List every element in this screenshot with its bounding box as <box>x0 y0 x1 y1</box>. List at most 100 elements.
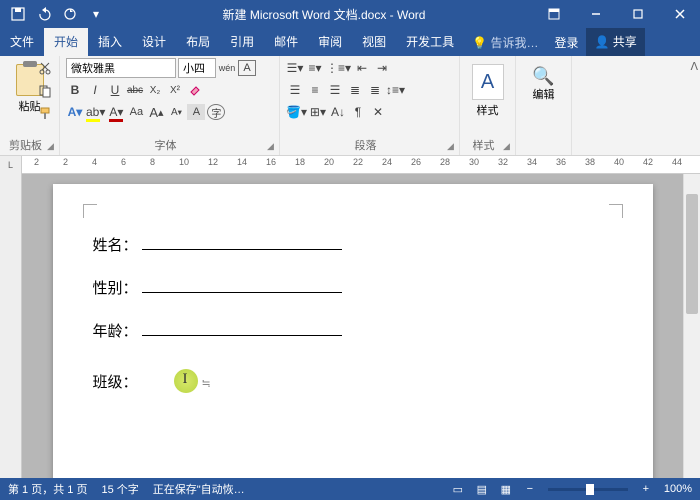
enclose-char-icon[interactable]: 字 <box>207 104 225 120</box>
subscript-button[interactable]: X₂ <box>146 80 164 100</box>
align-left-icon[interactable]: ☰ <box>286 80 304 100</box>
minimize-icon[interactable] <box>576 0 616 28</box>
form-row[interactable]: 性别： <box>93 277 613 298</box>
form-label: 性别： <box>93 277 138 298</box>
text-effects-icon[interactable]: A▾ <box>66 102 84 122</box>
shrink-font-icon[interactable]: A▾ <box>167 102 185 122</box>
para-launcher-icon[interactable]: ◢ <box>447 141 457 151</box>
char-shading-icon[interactable]: A <box>187 104 205 120</box>
font-name-combo[interactable]: 微软雅黑 <box>66 58 176 78</box>
decrease-indent-icon[interactable]: ⇤ <box>353 58 371 78</box>
tab-developer[interactable]: 开发工具 <box>396 28 464 56</box>
zoom-slider-thumb[interactable] <box>586 484 594 495</box>
tab-design[interactable]: 设计 <box>132 28 176 56</box>
increase-indent-icon[interactable]: ⇥ <box>373 58 391 78</box>
numbering-icon[interactable]: ≡▾ <box>306 58 324 78</box>
copy-icon[interactable] <box>38 84 54 100</box>
align-right-icon[interactable]: ☰ <box>326 80 344 100</box>
tab-references[interactable]: 引用 <box>220 28 264 56</box>
snap-grid-icon[interactable]: ✕ <box>369 102 387 122</box>
form-label: 班级： <box>93 371 138 392</box>
share-button[interactable]: 👤 共享 <box>586 28 644 56</box>
close-icon[interactable] <box>660 0 700 28</box>
change-case-button[interactable]: Aa <box>127 102 145 122</box>
tab-review[interactable]: 审阅 <box>308 28 352 56</box>
font-launcher-icon[interactable]: ◢ <box>267 141 277 151</box>
styles-launcher-icon[interactable]: ◢ <box>503 141 513 151</box>
superscript-button[interactable]: X² <box>166 80 184 100</box>
find-icon[interactable]: 🔍 <box>532 66 554 86</box>
scroll-thumb[interactable] <box>686 194 698 314</box>
ribbon-options-icon[interactable] <box>534 0 574 28</box>
bullets-icon[interactable]: ☰▾ <box>286 58 304 78</box>
shading-icon[interactable]: 🪣▾ <box>286 102 307 122</box>
align-center-icon[interactable]: ≡ <box>306 80 324 100</box>
zoom-level[interactable]: 100% <box>664 483 692 495</box>
login-button[interactable]: 登录 <box>546 34 586 51</box>
zoom-out-icon[interactable]: − <box>519 480 541 498</box>
grow-font-icon[interactable]: A▴ <box>147 102 165 122</box>
maximize-icon[interactable] <box>618 0 658 28</box>
styles-button[interactable]: 样式 <box>477 102 499 118</box>
collapse-ribbon-icon[interactable]: ᐱ <box>690 60 698 73</box>
clipboard-launcher-icon[interactable]: ◢ <box>47 141 57 151</box>
borders-icon[interactable]: ⊞▾ <box>309 102 327 122</box>
italic-button[interactable]: I <box>86 80 104 100</box>
line-spacing-icon[interactable]: ↕≡▾ <box>386 80 405 100</box>
styles-icon[interactable]: A <box>472 64 504 100</box>
para-label: 段落 <box>280 137 451 153</box>
tab-insert[interactable]: 插入 <box>88 28 132 56</box>
tab-view[interactable]: 视图 <box>352 28 396 56</box>
strike-button[interactable]: abc <box>126 80 144 100</box>
status-saving: 正在保存"自动恢… <box>153 481 245 497</box>
sort-icon[interactable]: A↓ <box>329 102 347 122</box>
clipboard-label: 剪贴板 <box>0 137 51 153</box>
zoom-in-icon[interactable]: + <box>635 480 657 498</box>
multilevel-icon[interactable]: ⋮≡▾ <box>326 58 351 78</box>
distribute-icon[interactable]: ≣ <box>366 80 384 100</box>
page[interactable]: 姓名： 性别： 年龄： 班级：≒ <box>53 184 653 482</box>
form-row[interactable]: 姓名： <box>93 234 613 255</box>
read-mode-icon[interactable]: ▭ <box>447 480 469 498</box>
form-underline[interactable] <box>142 277 342 293</box>
show-marks-icon[interactable]: ¶ <box>349 102 367 122</box>
highlight-icon[interactable]: ab▾ <box>86 102 105 122</box>
tab-mailings[interactable]: 邮件 <box>264 28 308 56</box>
scrollbar-vertical[interactable] <box>683 174 700 482</box>
underline-button[interactable]: U <box>106 80 124 100</box>
document-area[interactable]: 姓名： 性别： 年龄： 班级：≒ <box>22 174 683 482</box>
justify-icon[interactable]: ≣ <box>346 80 364 100</box>
status-page[interactable]: 第 1 页，共 1 页 <box>8 481 87 497</box>
text-cursor-icon <box>174 369 198 393</box>
web-layout-icon[interactable]: ▦ <box>495 480 517 498</box>
font-label: 字体 <box>60 137 271 153</box>
ruler-vertical[interactable] <box>0 174 22 482</box>
ruler-horizontal[interactable]: L 22468101214161820222426283032343638404… <box>0 156 700 174</box>
font-color-icon[interactable]: A▾ <box>107 102 125 122</box>
form-label: 年龄： <box>93 320 138 341</box>
form-row[interactable]: 班级：≒ <box>93 363 613 392</box>
char-border-icon[interactable]: A <box>238 60 256 76</box>
redo-icon[interactable] <box>58 2 82 26</box>
bold-button[interactable]: B <box>66 80 84 100</box>
qat-more-icon[interactable]: ▾ <box>84 2 108 26</box>
styles-label: 样式 <box>460 137 507 153</box>
tab-file[interactable]: 文件 <box>0 28 44 56</box>
print-layout-icon[interactable]: ▤ <box>471 480 493 498</box>
status-words[interactable]: 15 个字 <box>101 481 138 497</box>
tab-home[interactable]: 开始 <box>44 28 88 56</box>
font-size-combo[interactable]: 小四 <box>178 58 216 78</box>
tell-me[interactable]: 💡 告诉我… <box>464 34 546 51</box>
form-row[interactable]: 年龄： <box>93 320 613 341</box>
format-painter-icon[interactable] <box>38 106 54 122</box>
tab-layout[interactable]: 布局 <box>176 28 220 56</box>
phonetic-guide-icon[interactable]: wén <box>218 58 236 78</box>
form-underline[interactable] <box>142 234 342 250</box>
form-underline[interactable] <box>142 320 342 336</box>
undo-icon[interactable] <box>32 2 56 26</box>
zoom-slider[interactable] <box>548 488 628 491</box>
cut-icon[interactable] <box>38 62 54 78</box>
clear-format-icon[interactable] <box>186 80 204 100</box>
edit-button[interactable]: 编辑 <box>533 86 555 102</box>
save-icon[interactable] <box>6 2 30 26</box>
